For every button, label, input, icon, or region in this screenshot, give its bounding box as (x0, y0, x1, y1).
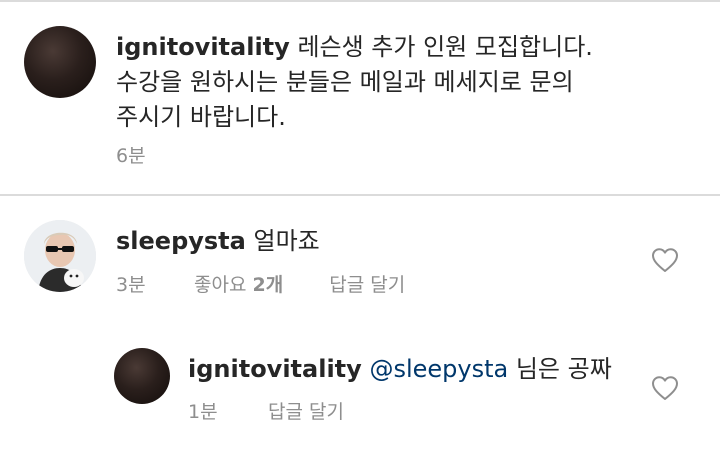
reply-username[interactable]: ignitovitality (188, 355, 362, 383)
comment-text: sleepysta 얼마죠 (116, 224, 320, 259)
caption-text: ignitovitality 레슨생 추가 인원 모집합니다. 수강을 원하시는… (116, 30, 593, 135)
caption-line-3: 주시기 바랍니다. (116, 103, 286, 131)
heart-outline-icon[interactable] (651, 375, 679, 401)
comment-author-avatar[interactable] (24, 220, 96, 292)
reply-mention[interactable]: @sleepysta (369, 355, 508, 383)
heart-outline-icon[interactable] (651, 247, 679, 273)
comment-likes-label: 좋아요 (194, 274, 247, 296)
caption-username[interactable]: ignitovitality (116, 33, 290, 61)
comment-time: 3분 (116, 274, 146, 296)
post-caption: ignitovitality 레슨생 추가 인원 모집합니다. 수강을 원하시는… (0, 2, 720, 194)
caption-time: 6분 (116, 145, 146, 167)
reply-meta: 1분 답글 달기 (188, 400, 344, 424)
reply-time: 1분 (188, 401, 218, 423)
reply-author-avatar[interactable] (114, 348, 170, 404)
comment-body: 얼마죠 (253, 227, 320, 255)
avatar-photo-icon (24, 220, 96, 292)
comment-username[interactable]: sleepysta (116, 227, 246, 255)
caption-meta: 6분 (116, 144, 146, 168)
reply-reply-button[interactable]: 답글 달기 (268, 400, 344, 424)
caption-line-2: 수강을 원하시는 분들은 메일과 메세지로 문의 (116, 68, 574, 96)
caption-line-1: ignitovitality 레슨생 추가 인원 모집합니다. (116, 30, 593, 65)
reply-button[interactable]: 답글 달기 (329, 273, 405, 297)
caption-line-1-text: 레슨생 추가 인원 모집합니다. (297, 33, 593, 61)
reply-body: 님은 공짜 (515, 355, 612, 383)
comment-meta: 3분 좋아요 2개 답글 달기 (116, 273, 405, 297)
reply-text: ignitovitality @sleepysta 님은 공짜 (188, 352, 612, 387)
section-divider (0, 194, 720, 196)
comment-likes-count: 2개 (252, 274, 284, 296)
comment-likes[interactable]: 좋아요 2개 (194, 273, 283, 297)
caption-author-avatar[interactable] (24, 26, 96, 98)
